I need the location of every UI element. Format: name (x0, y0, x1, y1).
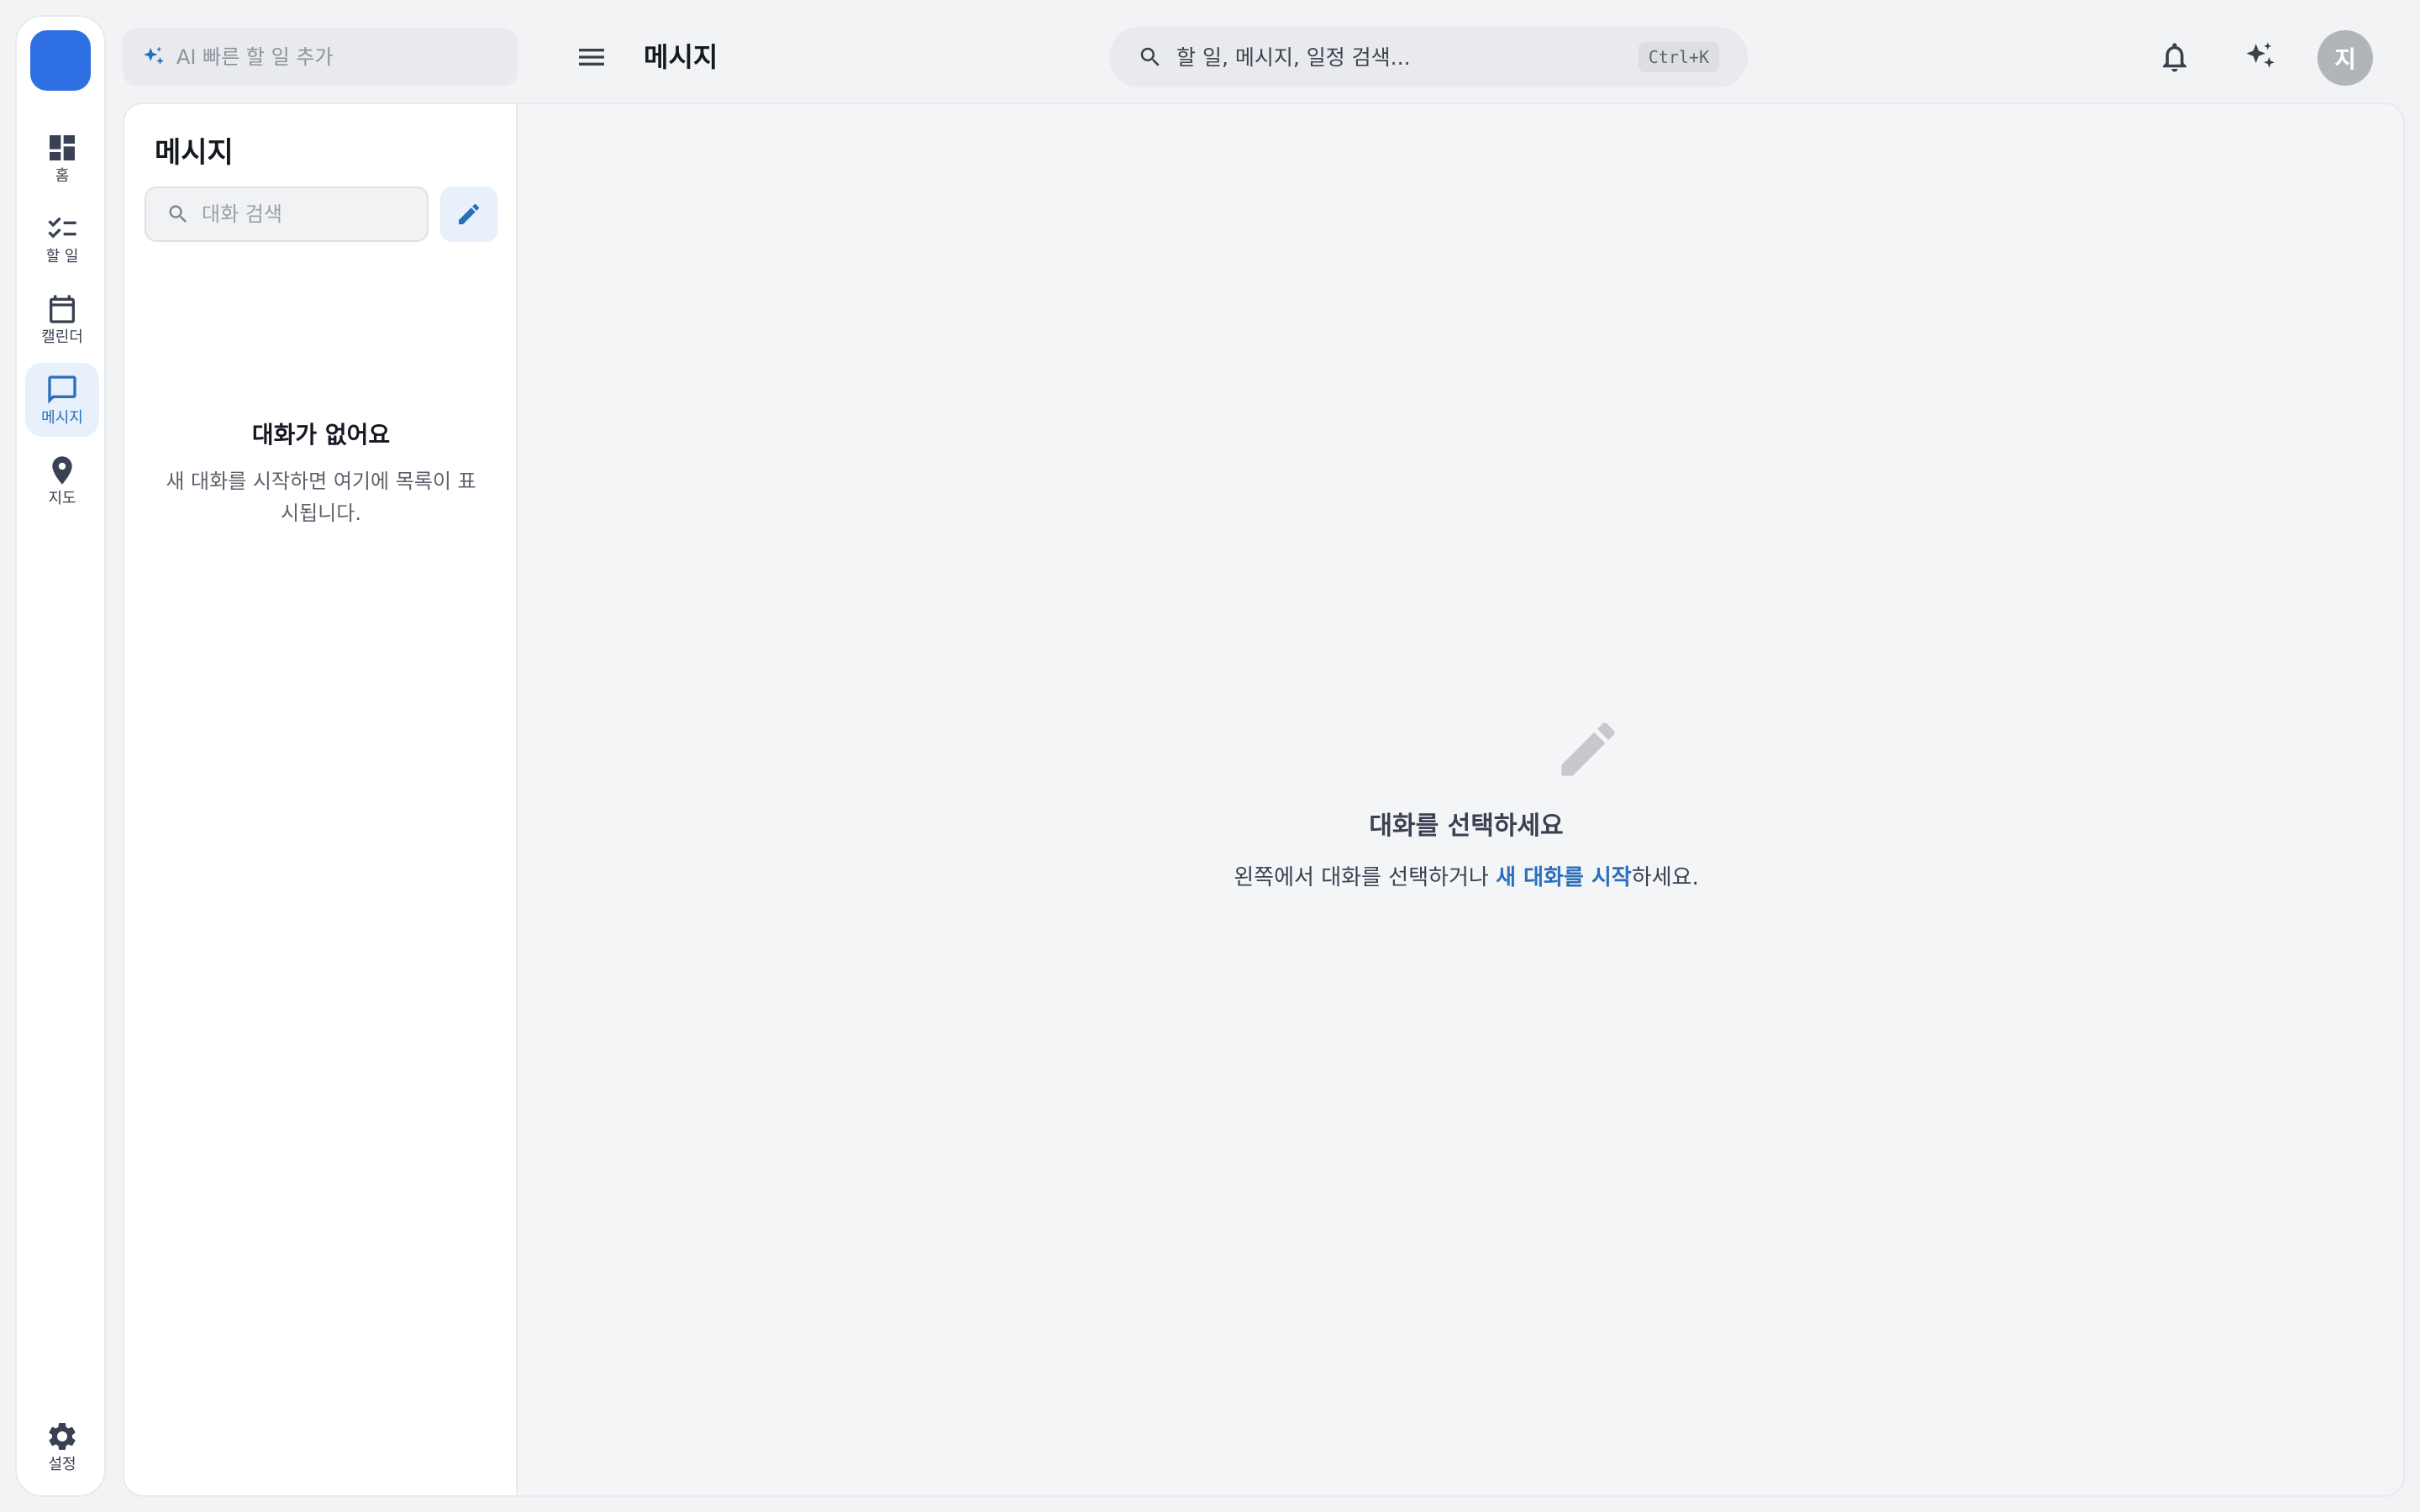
global-search-input[interactable] (1176, 45, 1613, 70)
rail-item-calendar[interactable]: 캘린더 (25, 282, 99, 356)
left-rail: 홈 할 일 캘린더 메시지 지도 설정 (15, 15, 106, 1497)
start-new-conversation-link[interactable]: 새 대화를 시작 (1496, 865, 1632, 890)
map-pin-icon (52, 456, 72, 485)
hamburger-icon (579, 49, 604, 66)
rail-item-label: 홈 (55, 167, 70, 185)
empty-detail-text-before: 왼쪽에서 대화를 선택하거나 (1234, 865, 1497, 890)
empty-detail-title: 대화를 선택하세요 (1369, 811, 1564, 841)
rail-item-label: 설정 (48, 1456, 76, 1473)
app-logo[interactable] (30, 30, 91, 91)
rail-item-messages[interactable]: 메시지 (25, 363, 99, 437)
new-conversation-button[interactable] (440, 186, 497, 242)
avatar[interactable]: 지 (2317, 30, 2373, 86)
ai-quick-add-input[interactable] (176, 45, 496, 69)
ai-quick-add[interactable] (123, 29, 518, 86)
pencil-icon (459, 203, 480, 224)
rail-item-settings[interactable]: 설정 (25, 1410, 99, 1483)
conversation-list-panel: 메시지 대화가 없어요 새 대화를 시작하면 여기에 목록이 표시됩니다. (124, 104, 518, 1495)
shortcut-badge: Ctrl+K (1638, 42, 1719, 72)
rail-item-label: 지도 (48, 490, 76, 507)
empty-list-title: 대화가 없어요 (251, 421, 391, 449)
rail-item-map[interactable]: 지도 (25, 444, 99, 517)
rail-item-label: 할 일 (45, 248, 79, 265)
messages-card: 메시지 대화가 없어요 새 대화를 시작하면 여기에 목록이 표시됩니다. 대화… (123, 102, 2405, 1497)
checklist-icon (48, 217, 76, 239)
conversation-list-empty-state: 대화가 없어요 새 대화를 시작하면 여기에 목록이 표시됩니다. (124, 417, 518, 529)
rail-item-label: 메시지 (41, 409, 83, 427)
empty-detail-illustration (1553, 714, 1623, 785)
ai-assistant-button[interactable] (2233, 30, 2287, 84)
sparkle-icon (144, 46, 164, 65)
dashboard-icon (50, 135, 75, 160)
page-title: 메시지 (644, 41, 718, 73)
rail-item-label: 캘린더 (41, 328, 83, 346)
search-icon (169, 205, 187, 223)
chat-icon (48, 375, 76, 404)
conversation-list-title: 메시지 (155, 136, 234, 170)
bell-icon (2163, 43, 2186, 72)
search-icon (1140, 47, 1160, 66)
global-search[interactable]: Ctrl+K (1109, 27, 1748, 87)
conversation-detail-empty-state: 대화를 선택하세요 왼쪽에서 대화를 선택하거나 새 대화를 시작하세요. (518, 104, 2403, 1495)
sparkle-icon (2246, 42, 2275, 68)
rail-item-todo[interactable]: 할 일 (25, 202, 99, 276)
conversation-search[interactable] (145, 186, 429, 242)
empty-detail-description: 왼쪽에서 대화를 선택하거나 새 대화를 시작하세요. (518, 860, 2403, 891)
notifications-button[interactable] (2148, 30, 2202, 84)
conversation-search-input[interactable] (202, 202, 420, 226)
gear-icon (49, 1423, 76, 1450)
calendar-icon (50, 295, 75, 323)
rail-item-home[interactable]: 홈 (25, 121, 99, 195)
pencil-icon (1561, 722, 1615, 776)
empty-detail-text-after: 하세요. (1631, 865, 1699, 890)
menu-button[interactable] (571, 37, 612, 77)
empty-list-description: 새 대화를 시작하면 여기에 목록이 표시됩니다. (166, 470, 476, 525)
